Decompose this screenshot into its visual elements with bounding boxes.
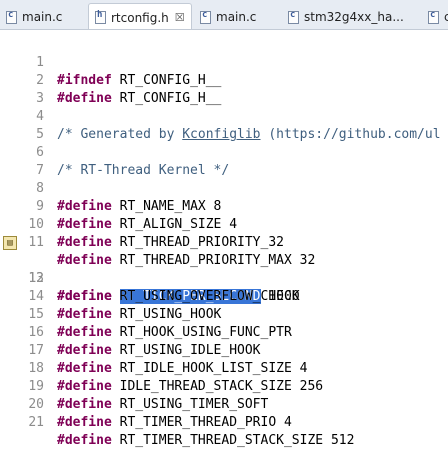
code-line: 7 <box>0 144 448 178</box>
code-rest: RT_TIMER_THREAD_STACK_SIZE 512 <box>111 433 355 448</box>
code-line: 8 #define RT_NAME_MAX 8 <box>0 162 448 214</box>
editor-tab-bar: main.c rtconfig.h ☒ main.c stm32g4xx_ha.… <box>0 0 448 30</box>
code-line: 5 <box>0 108 448 142</box>
tab-label: main.c <box>216 10 257 24</box>
code-line: 9 #define RT_ALIGN_SIZE 4 <box>0 180 448 232</box>
c-file-icon <box>200 10 211 24</box>
code-line: 6 /* RT-Thread Kernel */ <box>0 126 448 178</box>
code-line: 14 #define RT_USING_HOOK <box>0 270 448 322</box>
code-line: 19 #define RT_USING_TIMER_SOFT <box>0 360 448 412</box>
code-line: 17 #define RT_IDLE_HOOK_LIST_SIZE 4 <box>0 324 448 376</box>
code-text[interactable]: #define RT_TIMER_THREAD_STACK_SIZE 512 <box>57 432 354 450</box>
tab-label: stm32g4xx_ha... <box>304 10 404 24</box>
c-file-icon <box>6 10 17 24</box>
close-tab-icon[interactable]: ☒ <box>175 11 185 24</box>
line-number: 21 <box>28 415 44 430</box>
tab-overflow-c[interactable]: c <box>422 4 448 29</box>
tab-stm32g4xx-ha[interactable]: stm32g4xx_ha... <box>282 4 420 29</box>
code-line: 2 #define RT_CONFIG_H__ <box>0 54 448 106</box>
occurrence-marker-icon[interactable]: ▤ <box>3 236 17 250</box>
code-line: 10 #define RT_THREAD_PRIORITY_32 <box>0 198 448 250</box>
code-line: 4 /* Generated by Kconfiglib (https://gi… <box>0 90 448 142</box>
code-line: 1 #ifndef RT_CONFIG_H__ <box>0 36 448 88</box>
keyword: #define <box>57 415 112 430</box>
code-line: 16 #define RT_USING_IDLE_HOOK <box>0 306 448 358</box>
code-editor[interactable]: 1 #ifndef RT_CONFIG_H__ 2 #define RT_CON… <box>0 30 448 448</box>
tab-main-c[interactable]: main.c <box>0 4 88 29</box>
tab-label: c <box>444 10 448 24</box>
code-line-current: ▤ 12 #define RT_TICK_PER_SECOND 1000 <box>0 234 448 304</box>
code-line: 21 #define RT_TIMER_THREAD_STACK_SIZE 51… <box>0 396 448 448</box>
c-file-icon <box>288 10 299 24</box>
code-line: 3 <box>0 72 448 106</box>
code-line: 20 #define RT_TIMER_THREAD_PRIO 4 <box>0 378 448 430</box>
code-line: 13 #define RT_USING_OVERFLOW_CHECK <box>0 252 448 304</box>
c-file-icon <box>428 10 439 24</box>
code-line: 18 #define IDLE_THREAD_STACK_SIZE 256 <box>0 342 448 394</box>
h-file-icon <box>95 10 106 24</box>
tab-label: main.c <box>22 10 63 24</box>
tab-label: rtconfig.h <box>111 10 169 25</box>
code-line: 15 #define RT_HOOK_USING_FUNC_PTR <box>0 288 448 340</box>
tab-rtconfig-h[interactable]: rtconfig.h ☒ <box>88 3 192 29</box>
tab-main-c-2[interactable]: main.c <box>194 4 280 29</box>
code-text[interactable]: #define RT_TIMER_THREAD_PRIO 4 <box>57 414 292 432</box>
code-rest: RT_TIMER_THREAD_PRIO 4 <box>111 415 292 430</box>
code-line: 11 #define RT_THREAD_PRIORITY_MAX 32 <box>0 216 448 268</box>
keyword: #define <box>57 433 112 448</box>
